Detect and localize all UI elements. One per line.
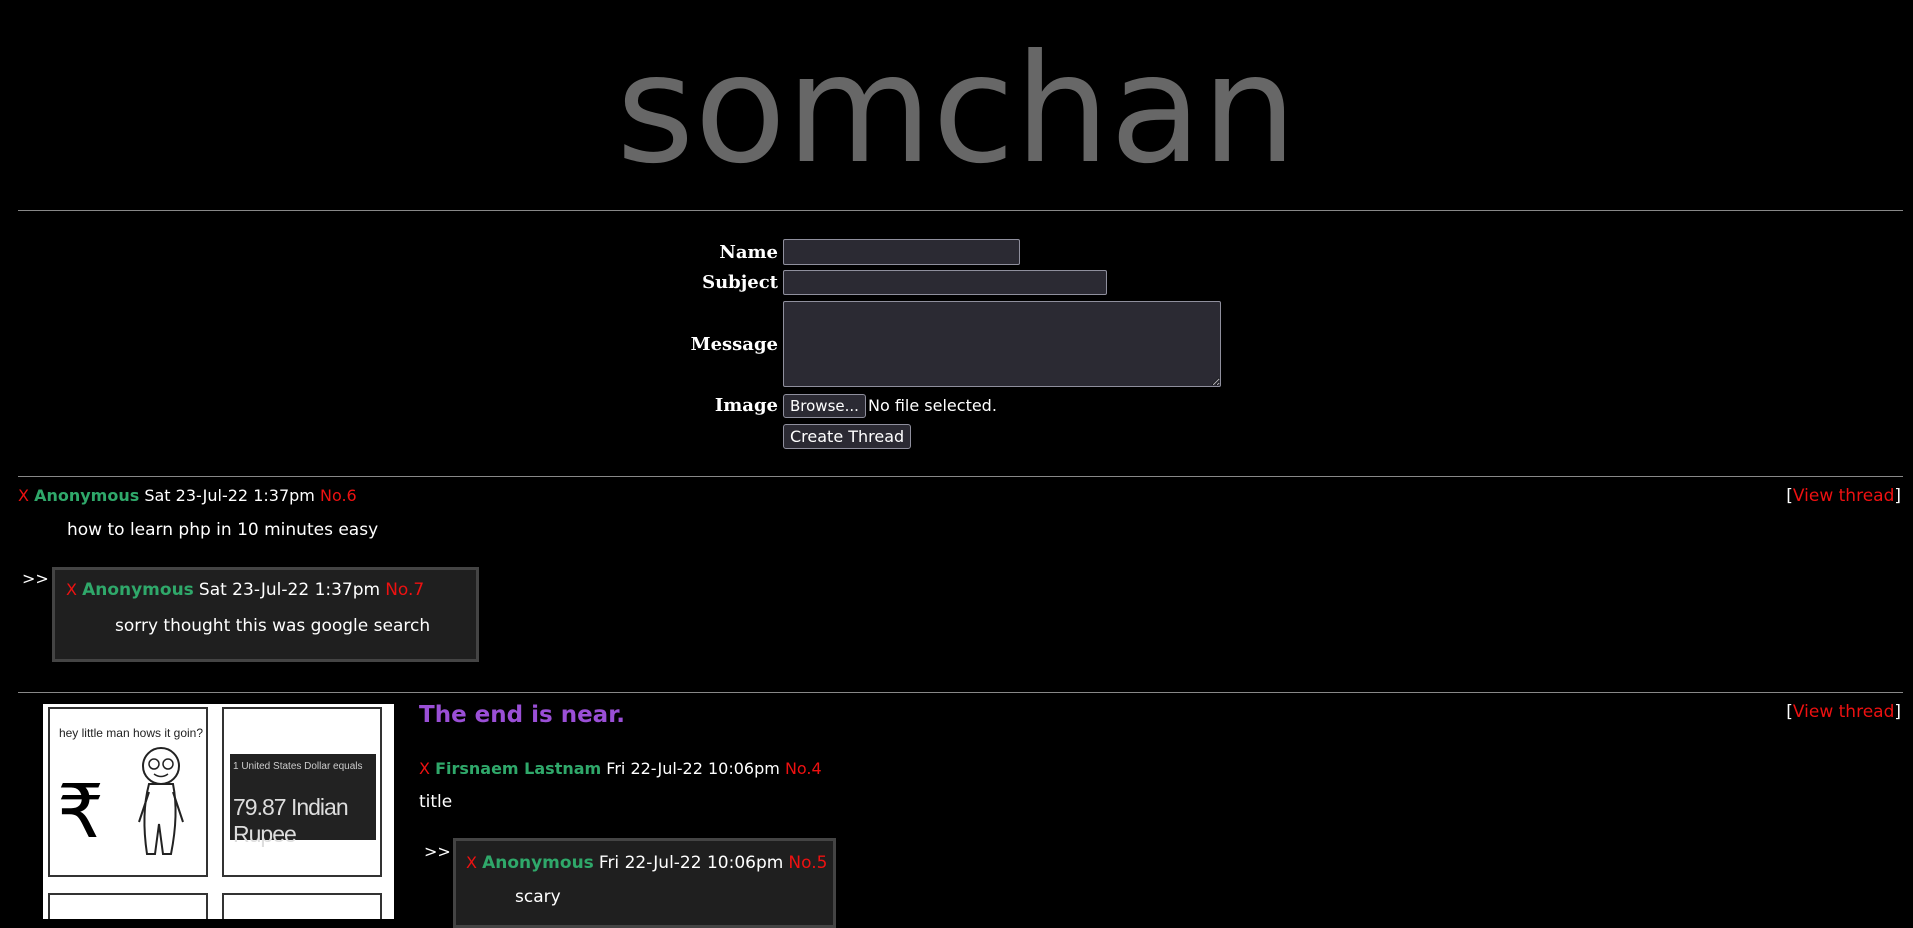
post-message: how to learn php in 10 minutes easy: [67, 520, 379, 540]
bracket-open: [: [1786, 486, 1793, 506]
site-logo: somchan: [616, 23, 1297, 197]
comic-caption-3: 79.87 Indian Rupee: [233, 794, 349, 847]
bracket-close: ]: [1894, 702, 1901, 722]
post-date: Sat 23-Jul-22 1:37pm: [144, 486, 315, 505]
divider: [18, 210, 1903, 211]
delete-button[interactable]: X: [66, 580, 77, 599]
browse-button[interactable]: Browse...: [783, 394, 866, 418]
view-thread-link[interactable]: View thread: [1793, 486, 1894, 506]
reply-date: Fri 22-Jul-22 10:06pm: [598, 853, 784, 873]
post-number-link[interactable]: No.4: [785, 759, 822, 778]
image-label: Image: [714, 395, 778, 416]
post-header: X Firsnaem Lastnam Fri 22-Jul-22 10:06pm…: [419, 759, 822, 778]
delete-button[interactable]: X: [466, 853, 477, 872]
thread-subject: The end is near.: [419, 702, 625, 728]
reply-message: sorry thought this was google search: [115, 616, 431, 636]
subject-label: Subject: [702, 272, 778, 293]
reply-author: Anonymous: [482, 853, 594, 873]
divider: [18, 476, 1903, 477]
view-thread-link[interactable]: View thread: [1793, 702, 1894, 722]
comic-caption-1: hey little man hows it goin?: [58, 726, 204, 740]
file-status: No file selected.: [868, 396, 997, 415]
reply-post: X Anonymous Fri 22-Jul-22 10:06pm No.5 s…: [453, 838, 836, 928]
reply-header: X Anonymous Fri 22-Jul-22 10:06pm No.5: [466, 853, 827, 873]
message-label: Message: [690, 334, 778, 355]
reply-post: X Anonymous Sat 23-Jul-22 1:37pm No.7 so…: [52, 567, 479, 662]
reply-date: Sat 23-Jul-22 1:37pm: [198, 580, 381, 600]
post-author: Firsnaem Lastnam: [435, 759, 602, 778]
post-date: Fri 22-Jul-22 10:06pm: [606, 759, 780, 778]
reply-message: scary: [515, 887, 561, 907]
post-number-link[interactable]: No.5: [788, 853, 827, 873]
post-number-link[interactable]: No.6: [320, 486, 357, 505]
post-author: Anonymous: [34, 486, 140, 505]
reply-arrows: >>: [424, 842, 451, 861]
delete-button[interactable]: X: [419, 759, 430, 778]
subject-input[interactable]: [783, 270, 1107, 295]
divider: [18, 692, 1903, 693]
view-thread: [View thread]: [1786, 486, 1901, 506]
reply-header: X Anonymous Sat 23-Jul-22 1:37pm No.7: [66, 580, 424, 600]
name-label: Name: [719, 242, 778, 263]
thread-image[interactable]: hey little man hows it goin? ₹ 1 United …: [43, 704, 394, 928]
reply-author: Anonymous: [82, 580, 194, 600]
post-header: X Anonymous Sat 23-Jul-22 1:37pm No.6: [18, 486, 357, 505]
bracket-close: ]: [1894, 486, 1901, 506]
post-number-link[interactable]: No.7: [385, 580, 424, 600]
rupee-symbol: ₹: [57, 769, 105, 855]
view-thread: [View thread]: [1786, 702, 1901, 722]
post-message: title: [419, 792, 453, 812]
create-thread-button[interactable]: Create Thread: [783, 424, 912, 449]
comic-caption-2: 1 United States Dollar equals: [233, 761, 363, 772]
delete-button[interactable]: X: [18, 486, 29, 505]
message-textarea[interactable]: [783, 301, 1221, 387]
bracket-open: [: [1786, 702, 1793, 722]
name-input[interactable]: [783, 239, 1020, 265]
reply-arrows: >>: [22, 569, 49, 588]
